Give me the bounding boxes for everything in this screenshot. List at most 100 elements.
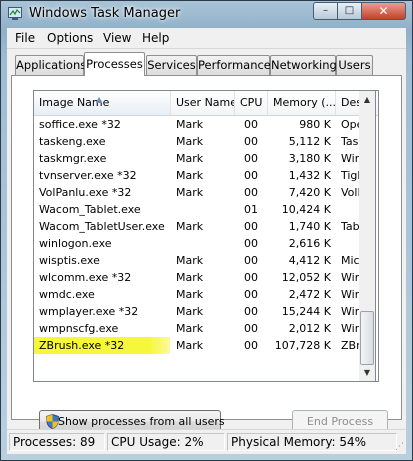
column-memory[interactable]: Memory (... [268,91,336,115]
status-processes: Processes: 89 [9,433,105,451]
cell-user-name: Mark [176,288,204,301]
cell-cpu: 00 [244,135,258,148]
uac-shield-icon [46,414,59,429]
table-row[interactable]: taskmgr.exe Mark 00 3,180 K Wind [34,150,378,167]
table-row[interactable]: wmpnscfg.exe Mark 00 2,012 K Wind [34,320,378,337]
cell-memory: 980 K [299,118,331,131]
cell-user-name: Mark [176,186,204,199]
cell-image-name: wmdc.exe [39,288,95,301]
cell-user-name [171,201,234,218]
menu-help[interactable]: Help [142,31,169,45]
cell-user-name: Mark [176,305,204,318]
cell-memory: 2,012 K [288,322,331,335]
minimize-icon: – [323,5,328,16]
table-row[interactable]: VolPanlu.exe *32 Mark 00 7,420 K VolPa [34,184,378,201]
cell-cpu: 00 [244,288,258,301]
table-row[interactable]: soffice.exe *32 Mark 00 980 K Open [34,116,378,133]
cell-memory: 2,472 K [288,288,331,301]
vertical-scrollbar[interactable]: ▲ ▼ [359,90,376,382]
cell-cpu: 00 [244,186,258,199]
cell-image-name: tvnserver.exe *32 [39,169,137,182]
cell-memory: 1,740 K [288,220,331,233]
window-title: Windows Task Manager [29,6,181,21]
minimize-button[interactable]: – [313,2,338,20]
cell-user-name: Mark [176,169,204,182]
table-row[interactable]: wmdc.exe Mark 00 2,472 K Wind [34,286,378,303]
task-manager-window: Windows Task Manager – □ ✕ File Options … [0,0,413,461]
cell-image-name: Wacom_Tablet.exe [39,203,141,216]
tab-services[interactable]: Services [146,55,197,75]
processes-panel: ▲ Image Name User Name CPU Memory (... D… [11,75,402,433]
scroll-thumb[interactable] [360,311,374,365]
table-row[interactable]: wisptis.exe Mark 00 4,412 K Micro [34,252,378,269]
table-header: ▲ Image Name User Name CPU Memory (... D… [34,91,378,116]
cell-memory: 3,180 K [288,152,331,165]
cell-user-name: Mark [176,271,204,284]
table-row[interactable]: wmplayer.exe *32 Mark 00 15,244 K Wind [34,303,378,320]
menu-file[interactable]: File [15,31,35,45]
cell-user-name: Mark [176,135,204,148]
cell-user-name: Mark [176,220,204,233]
close-icon: ✕ [378,4,389,18]
column-user-name[interactable]: User Name [171,91,235,115]
scroll-up-icon[interactable]: ▲ [359,91,375,108]
cell-user-name: Mark [176,118,204,131]
cell-image-name: Wacom_TabletUser.exe [39,220,165,233]
tab-processes[interactable]: Processes [84,52,145,76]
cell-user-name: Mark [176,254,204,267]
cell-image-name: ZBrush.exe *32 [34,337,170,354]
cell-cpu: 01 [244,203,258,216]
cell-cpu: 00 [244,322,258,335]
column-cpu[interactable]: CPU [235,91,268,115]
cell-memory: 15,244 K [281,305,331,318]
show-all-label: Show processes from all users [58,415,225,428]
cell-memory: 10,424 K [281,203,331,216]
menu-options[interactable]: Options [47,31,93,45]
table-row[interactable]: Wacom_Tablet.exe 01 10,424 K [34,201,378,218]
table-row[interactable]: ZBrush.exe *32 Mark 00 107,728 K ZBrus [34,337,378,354]
cell-image-name: wlcomm.exe *32 [39,271,132,284]
cell-image-name: taskeng.exe [39,135,106,148]
column-image-name[interactable]: ▲ Image Name [34,91,171,115]
cell-image-name: winlogon.exe [39,237,112,250]
table-row[interactable]: Wacom_TabletUser.exe Mark 00 1,740 K Table [34,218,378,235]
cell-image-name: VolPanlu.exe *32 [39,186,132,199]
table-row[interactable]: tvnserver.exe *32 Mark 00 1,432 K Tight [34,167,378,184]
cell-cpu: 00 [244,220,258,233]
table-row[interactable]: winlogon.exe 00 2,616 K [34,235,378,252]
title-bar[interactable]: Windows Task Manager – □ ✕ [1,1,412,27]
cell-image-name: wisptis.exe [39,254,100,267]
cell-cpu: 00 [244,254,258,267]
cell-memory: 4,412 K [288,254,331,267]
status-physical-memory: Physical Memory: 54% [227,433,397,451]
table-row[interactable]: wlcomm.exe *32 Mark 00 12,052 K Wind [34,269,378,286]
tab-performance[interactable]: Performance [197,55,271,75]
cell-user-name: Mark [176,339,204,352]
cell-user-name: Mark [176,322,204,335]
tab-networking[interactable]: Networking [270,55,337,75]
client-area: Applications Processes Services Performa… [7,49,406,454]
cell-memory: 7,420 K [288,186,331,199]
cell-cpu: 00 [244,237,258,250]
status-bar: Processes: 89 CPU Usage: 2% Physical Mem… [7,429,406,454]
process-table: ▲ Image Name User Name CPU Memory (... D… [33,90,379,382]
cell-cpu: 00 [244,152,258,165]
cell-memory: 12,052 K [281,271,331,284]
scroll-down-icon[interactable]: ▼ [359,364,375,381]
cell-memory: 107,728 K [274,339,331,352]
cell-image-name: wmpnscfg.exe [39,322,119,335]
menu-view[interactable]: View [103,31,131,45]
tab-applications[interactable]: Applications [15,55,86,75]
tab-users[interactable]: Users [336,55,373,75]
task-manager-icon [8,7,22,20]
resize-grip-icon[interactable]: ⋰ [395,442,404,452]
table-row[interactable]: taskeng.exe Mark 00 5,112 K Task [34,133,378,150]
cell-user-name: Mark [176,152,204,165]
close-button[interactable]: ✕ [361,2,406,20]
maximize-button[interactable]: □ [337,2,362,20]
cell-image-name: soffice.exe *32 [39,118,121,131]
cell-image-name: taskmgr.exe [39,152,107,165]
cell-cpu: 00 [244,169,258,182]
cell-image-name: wmplayer.exe *32 [39,305,139,318]
cell-cpu: 00 [244,271,258,284]
